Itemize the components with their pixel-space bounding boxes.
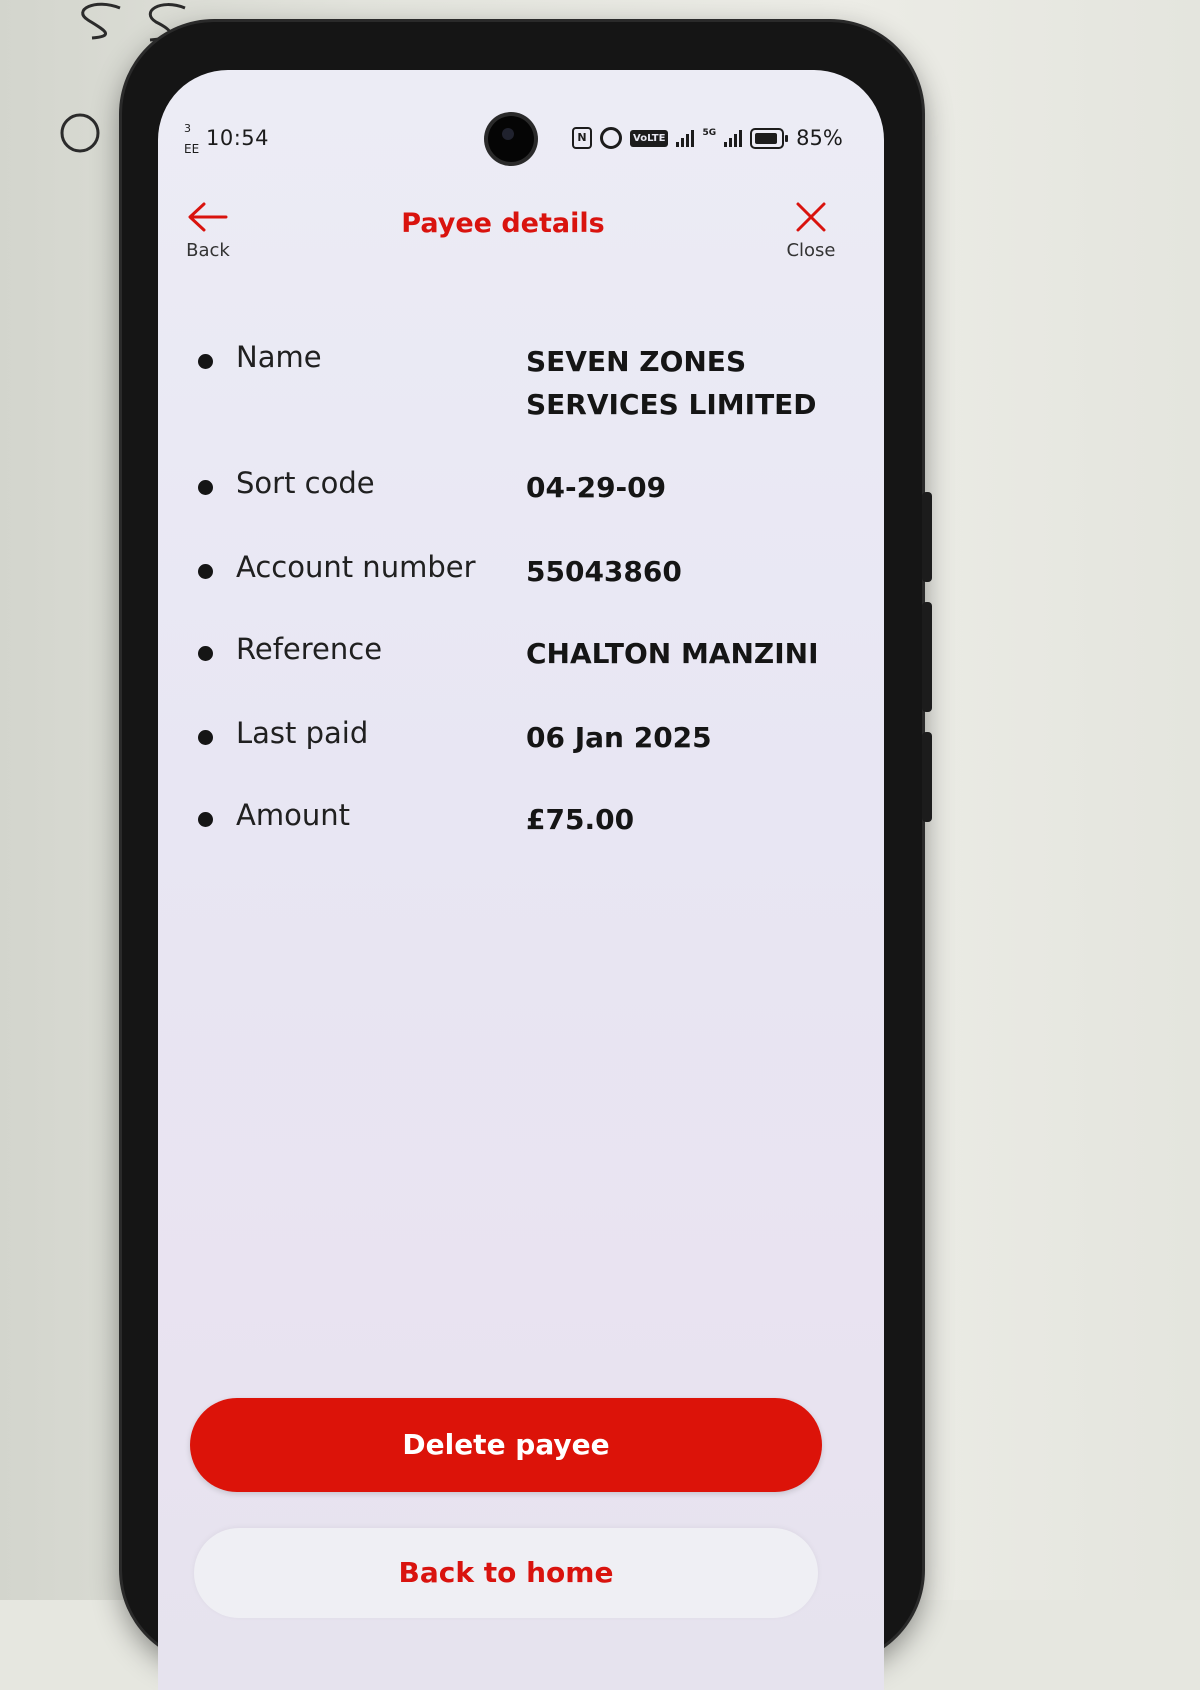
network-type: 5G	[702, 128, 717, 138]
nfc-icon: N	[572, 127, 592, 149]
carrier-name: EE	[184, 142, 200, 156]
bullet-icon	[198, 480, 213, 495]
detail-value: £75.00	[526, 803, 635, 836]
status-time: 10:54	[206, 126, 270, 150]
detail-label: Amount	[236, 798, 350, 832]
detail-label: Sort code	[236, 466, 375, 500]
detail-value: 04-29-09	[526, 471, 667, 504]
bullet-icon	[198, 730, 213, 745]
bullet-icon	[198, 354, 213, 369]
signal-icon	[676, 129, 695, 147]
detail-value: 06 Jan 2025	[526, 721, 712, 754]
volte-icon: VoLTE	[630, 129, 669, 147]
battery-percent: 85%	[796, 126, 843, 150]
bullet-icon	[198, 564, 213, 579]
back-to-home-button[interactable]: Back to home	[194, 1528, 818, 1618]
delete-payee-button[interactable]: Delete payee	[190, 1398, 822, 1492]
detail-value: CHALTON MANZINI	[526, 637, 819, 670]
front-camera	[488, 116, 534, 162]
volume-button	[922, 492, 932, 582]
volume-button	[922, 602, 932, 712]
battery-icon	[750, 127, 789, 149]
detail-value: 55043860	[526, 555, 682, 588]
bullet-icon	[198, 812, 213, 827]
detail-label: Name	[236, 340, 322, 374]
phone-device: 3 EE 10:54 N VoLTE 5G 85% Back Payee det…	[122, 22, 932, 1690]
detail-value: SEVEN ZONES SERVICES LIMITED	[526, 345, 817, 421]
back-label: Back	[186, 240, 230, 261]
app-screen: 3 EE 10:54 N VoLTE 5G 85% Back Payee det…	[158, 70, 884, 1690]
detail-label: Account number	[236, 550, 476, 584]
carrier-sim-index: 3	[184, 122, 191, 135]
bullet-icon	[198, 646, 213, 661]
signal-icon	[724, 129, 743, 147]
detail-label: Last paid	[236, 716, 369, 750]
close-x-icon	[796, 202, 826, 232]
power-button	[922, 732, 932, 822]
page-title: Payee details	[401, 208, 605, 239]
alarm-icon	[600, 127, 622, 149]
close-button[interactable]: Close	[776, 200, 846, 261]
close-label: Close	[786, 240, 836, 261]
status-bar-right: N VoLTE 5G 85%	[572, 126, 843, 150]
detail-label: Reference	[236, 632, 383, 666]
